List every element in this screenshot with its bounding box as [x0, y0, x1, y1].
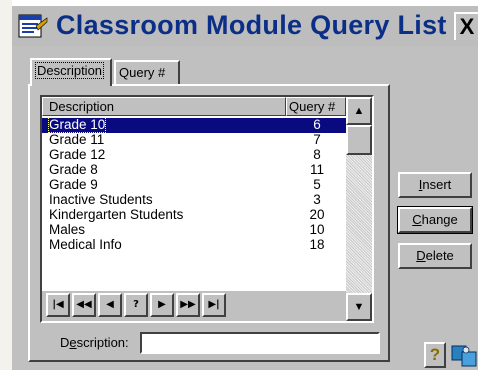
- list-item-query: 20: [309, 207, 325, 222]
- help-query-button[interactable]: ?: [124, 293, 148, 317]
- list-item[interactable]: Inactive Students 3: [42, 193, 346, 208]
- close-button[interactable]: X: [454, 12, 478, 40]
- first-record-icon: |◀: [52, 299, 64, 310]
- list-item-query: 3: [313, 192, 321, 207]
- next-record-icon: ▶: [158, 299, 166, 310]
- puzzle-icon: [451, 345, 477, 367]
- list-item[interactable]: Grade 12 8: [42, 148, 346, 163]
- prior-page-icon: ◀◀: [76, 299, 92, 310]
- delete-button[interactable]: Delete: [398, 243, 472, 269]
- next-record-button[interactable]: ▶: [150, 293, 174, 317]
- description-input[interactable]: [140, 332, 380, 354]
- window-title: Classroom Module Query List: [56, 10, 447, 40]
- description-label: Description:: [60, 335, 129, 350]
- prior-page-button[interactable]: ◀◀: [72, 293, 96, 317]
- list-item[interactable]: Grade 8 11: [42, 163, 346, 178]
- list-item-description: Grade 11: [49, 132, 105, 147]
- list-item-query: 5: [313, 177, 321, 192]
- prior-record-button[interactable]: ◀: [98, 293, 122, 317]
- list-item-description: Males: [49, 222, 86, 237]
- tab-query-number[interactable]: Query #: [114, 60, 180, 84]
- tab-description-label: Description: [35, 62, 105, 79]
- list-item-description: Grade 9: [49, 177, 98, 192]
- scroll-up-button[interactable]: ▲: [346, 97, 372, 125]
- list-item[interactable]: Kindergarten Students 20: [42, 208, 346, 223]
- column-header-query[interactable]: Query #: [286, 97, 346, 116]
- list-item[interactable]: Medical Info 18: [42, 238, 346, 253]
- question-mark-icon: ?: [429, 345, 441, 364]
- list-item-query: 8: [313, 147, 321, 162]
- arrow-down-icon: ▼: [353, 301, 365, 313]
- background-left-strip: [0, 0, 12, 370]
- list-item[interactable]: Grade 10 6: [42, 117, 346, 133]
- list-item-query: 18: [309, 237, 325, 252]
- next-page-button[interactable]: ▶▶: [176, 293, 200, 317]
- next-page-icon: ▶▶: [180, 299, 196, 310]
- list-item-description: Grade 10: [47, 117, 107, 133]
- list-item-description: Inactive Students: [49, 192, 153, 207]
- prior-record-icon: ◀: [106, 299, 114, 310]
- scroll-thumb[interactable]: [346, 125, 372, 155]
- list-item[interactable]: Males 10: [42, 223, 346, 238]
- app-icon: [18, 12, 48, 40]
- help-query-icon: ?: [133, 299, 139, 310]
- list-item-description: Medical Info: [49, 237, 122, 252]
- last-record-icon: ▶|: [208, 299, 220, 310]
- list-item-query: 11: [309, 162, 324, 177]
- list-item-description: Grade 12: [49, 147, 106, 162]
- tab-description[interactable]: Description: [30, 58, 112, 86]
- list-item[interactable]: Grade 11 7: [42, 133, 346, 148]
- scroll-down-button[interactable]: ▼: [346, 293, 372, 321]
- tool-button[interactable]: [450, 342, 478, 370]
- first-record-button[interactable]: |◀: [46, 293, 70, 317]
- list-item-description: Grade 8: [49, 162, 98, 177]
- list-item-query: 10: [309, 222, 325, 237]
- change-button[interactable]: Change: [397, 206, 473, 234]
- arrow-up-icon: ▲: [353, 105, 365, 117]
- list-item-query: 6: [313, 117, 321, 132]
- tab-query-label: Query #: [119, 65, 166, 80]
- help-button[interactable]: ?: [424, 342, 446, 368]
- list-item[interactable]: Grade 9 5: [42, 178, 346, 193]
- list-item-query: 7: [313, 132, 321, 147]
- column-header-description[interactable]: Description: [42, 97, 286, 116]
- last-record-button[interactable]: ▶|: [202, 293, 226, 317]
- list-item-description: Kindergarten Students: [49, 207, 184, 222]
- insert-button[interactable]: Insert: [398, 172, 472, 198]
